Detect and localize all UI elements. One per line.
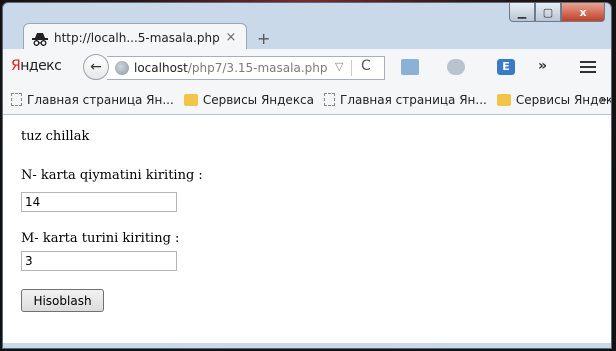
bookmark-label: Главная страница Ян...: [340, 92, 487, 107]
more-tools-icon[interactable]: »: [538, 58, 547, 74]
m-card-label: M- karta turini kiriting :: [21, 231, 180, 246]
m-card-type-input[interactable]: [21, 251, 177, 271]
tab-strip: http://localh...5-masala.php × +: [3, 19, 611, 51]
url-text: localhost/php7/3.15-masala.php: [134, 61, 327, 75]
browser-window: ▁ ▢ x http://localh...5-masala.php × + Я…: [2, 2, 612, 349]
mail-icon[interactable]: [401, 59, 419, 75]
bookmark-item[interactable]: Сервисы Яндекса: [183, 92, 315, 107]
window-bottom-border: [3, 343, 611, 348]
incognito-icon: [32, 31, 48, 46]
page-content: tuz chillak N- karta qiymatini kiriting …: [3, 115, 611, 343]
globe-icon: [115, 61, 129, 75]
weather-icon[interactable]: [447, 59, 465, 75]
calculate-button[interactable]: Hisoblash: [21, 289, 104, 312]
page-icon: [324, 93, 336, 106]
extension-icon[interactable]: E: [497, 59, 515, 75]
bookmark-item[interactable]: Главная страница Ян...: [11, 93, 174, 107]
bookmarks-bar: Главная страница Ян... Сервисы Яндекса Г…: [3, 85, 611, 115]
hamburger-menu-icon[interactable]: [580, 61, 596, 73]
bookmark-label: Главная страница Ян...: [27, 92, 174, 107]
folder-icon: [183, 93, 198, 106]
new-tab-button[interactable]: +: [257, 29, 270, 48]
maximize-icon: ▢: [542, 5, 554, 19]
page-icon: [11, 93, 22, 106]
folder-icon: [496, 93, 511, 106]
back-button[interactable]: ←: [83, 54, 109, 80]
navigation-bar: Яндекс localhost/php7/3.15-masala.php ▽ …: [3, 49, 611, 85]
reload-icon[interactable]: C: [361, 58, 371, 74]
yandex-logo[interactable]: Яндекс: [11, 58, 62, 74]
bookmark-label: Сервисы Яндекса: [515, 92, 611, 107]
close-icon: x: [579, 5, 587, 19]
page-heading: tuz chillak: [21, 129, 90, 144]
brand-rest: ндекс: [20, 58, 62, 74]
n-card-value-input[interactable]: [21, 192, 177, 212]
n-card-label: N- karta qiymatini kiriting :: [21, 168, 203, 183]
bookmark-item[interactable]: Сервисы Яндекса: [496, 92, 611, 107]
tab-title: http://localh...5-masala.php: [54, 30, 220, 45]
url-path: /php7/3.15-masala.php: [187, 61, 328, 75]
url-dropdown-icon[interactable]: ▽: [335, 60, 343, 73]
back-arrow-icon: ←: [90, 59, 102, 75]
url-host: localhost: [134, 61, 188, 75]
bookmark-item[interactable]: Главная страница Ян...: [324, 93, 487, 107]
bookmark-label: Сервисы Яндекса: [202, 92, 315, 107]
url-separator: [351, 60, 352, 76]
tab-close-icon[interactable]: ×: [224, 30, 238, 45]
address-bar[interactable]: localhost/php7/3.15-masala.php ▽ C: [107, 56, 385, 80]
bookmarks-overflow-icon[interactable]: »: [600, 93, 607, 106]
brand-first-letter: Я: [11, 58, 21, 74]
minimize-icon: ▁: [517, 5, 527, 19]
tab-active[interactable]: http://localh...5-masala.php ×: [23, 23, 247, 51]
